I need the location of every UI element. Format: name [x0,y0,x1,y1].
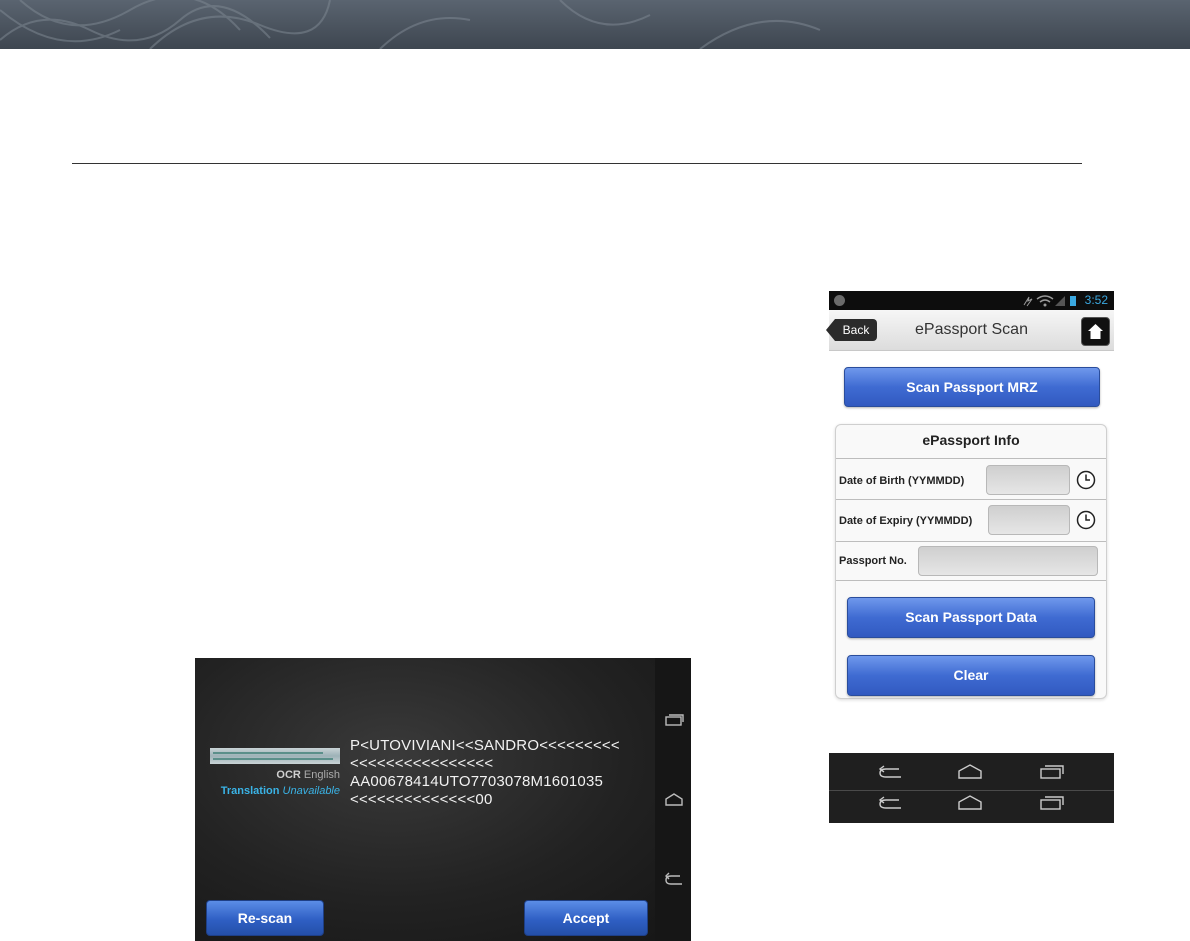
mrz-text: P<UTOVIVIANI<<SANDRO<<<<<<<<< <<<<<<<<<<… [350,737,650,809]
passport-number-input[interactable] [918,546,1098,576]
home-icon[interactable] [957,764,983,780]
home-icon[interactable] [957,795,983,811]
back-icon[interactable] [877,795,903,811]
divider [836,499,1106,500]
clock-icon[interactable] [1076,470,1096,490]
header-banner [0,0,1190,49]
scan-passport-data-button[interactable]: Scan Passport Data [847,597,1095,638]
epassport-info-panel: ePassport Info Date of Birth (YYMMDD) Da… [835,424,1107,699]
epassport-phone-screen: 3:52 Back ePassport Scan Scan Passport M… [826,291,1114,703]
divider [836,458,1106,459]
recent-apps-icon[interactable] [1039,764,1065,780]
ocr-result-screen: OCR English Translation Unavailable P<UT… [195,658,691,941]
page-title: ePassport Scan [915,321,1028,338]
info-title: ePassport Info [922,432,1020,448]
back-icon[interactable] [877,764,903,780]
divider [836,541,1106,542]
bottom-navigation-bars [829,753,1114,823]
back-button[interactable]: Back [826,319,877,341]
notification-icon [834,295,845,306]
rescan-button[interactable]: Re-scan [206,900,324,936]
passport-number-label: Passport No. [839,555,907,567]
recent-apps-icon[interactable] [1039,795,1065,811]
status-time: 3:52 [1084,293,1108,307]
back-icon[interactable] [664,872,684,886]
doe-input[interactable] [988,505,1070,535]
clock-icon[interactable] [1076,510,1096,530]
banner-pattern [0,0,821,49]
recent-apps-icon[interactable] [664,713,684,727]
translation-status: Translation Unavailable [220,785,340,797]
dob-label: Date of Birth (YYMMDD) [839,475,965,487]
mrz-thumbnail [210,748,340,764]
accept-button[interactable]: Accept [524,900,648,936]
mrz-line: <<<<<<<<<<<<<<00 [350,791,493,808]
clear-button[interactable]: Clear [847,655,1095,696]
status-icons [1023,295,1076,307]
mrz-line: <<<<<<<<<<<<<<<< [350,755,494,772]
scan-passport-mrz-button[interactable]: Scan Passport MRZ [844,367,1100,407]
divider [829,790,1114,791]
title-bar: Back ePassport Scan [826,310,1114,351]
home-button[interactable] [1081,317,1110,346]
home-icon [1088,324,1103,339]
mrz-line: AA00678414UTO7703078M1601035 [350,773,604,790]
status-bar: 3:52 [829,291,1114,310]
doe-label: Date of Expiry (YYMMDD) [839,515,973,527]
home-icon[interactable] [664,793,684,807]
divider [836,580,1106,581]
ocr-language: OCR English [276,769,340,781]
horizontal-rule [72,163,1082,164]
mrz-line: P<UTOVIVIANI<<SANDRO<<<<<<<<< [350,737,620,754]
dob-input[interactable] [986,465,1070,495]
side-navigation-bar [655,658,691,941]
